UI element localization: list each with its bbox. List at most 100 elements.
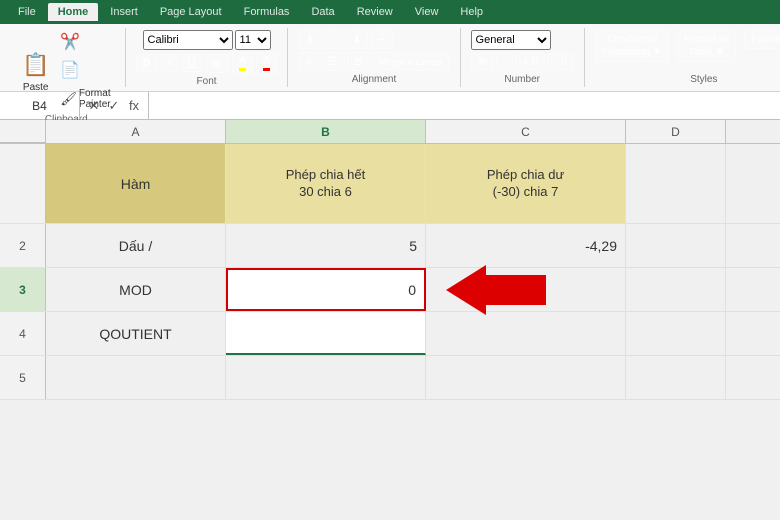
paste-label: Paste	[23, 82, 49, 93]
alignment-label: Alignment	[352, 74, 396, 85]
decrease-decimal-button[interactable]: -.0	[547, 53, 574, 71]
fill-color-button[interactable]: A	[232, 52, 253, 74]
cell-b2-value: 5	[409, 238, 417, 254]
number-buttons: General % , +.0 -.0	[471, 30, 574, 71]
row-num-2[interactable]: 2	[0, 224, 46, 267]
wrap-text-button[interactable]: ↵	[370, 30, 393, 49]
tab-help[interactable]: Help	[450, 3, 493, 21]
align-middle-button[interactable]: ↕	[324, 30, 344, 49]
ribbon-clipboard-section: 📋 Paste ✂️ 📄 🖌 Format Painter Clipboard	[8, 28, 126, 87]
table-row: 2 Dấu / 5 -4,29	[0, 224, 780, 268]
percent-button[interactable]: %	[471, 53, 495, 71]
cell-b1-line1: Phép chia hết	[286, 167, 366, 184]
align-left-button[interactable]: ≡	[298, 52, 318, 71]
cell-c3[interactable]	[426, 268, 626, 311]
cell-a4[interactable]: QOUTIENT	[46, 312, 226, 355]
paste-button[interactable]: 📋	[18, 50, 53, 80]
font-size-select[interactable]: 11	[235, 30, 271, 50]
red-arrow-icon	[446, 265, 546, 315]
cell-d4[interactable]	[626, 312, 726, 355]
italic-button[interactable]: I	[161, 54, 178, 72]
increase-decimal-button[interactable]: +.0	[515, 53, 545, 71]
align-right-button[interactable]: ≣	[347, 52, 370, 71]
number-label: Number	[504, 74, 540, 85]
tab-insert[interactable]: Insert	[100, 3, 148, 21]
row-num-3[interactable]: 3	[0, 268, 46, 311]
styles-buttons: ConditionalFormatting ▼ Format asTable ▼…	[595, 30, 780, 62]
fx-icon[interactable]: fx	[126, 98, 142, 113]
cell-a3-value: MOD	[119, 282, 152, 298]
cell-c1-line2: (-30) chia 7	[493, 184, 559, 201]
cell-b1[interactable]: Phép chia hết 30 chia 6	[226, 144, 426, 223]
cell-c2-value: -4,29	[585, 238, 617, 254]
cell-d2[interactable]	[626, 224, 726, 267]
ribbon-styles-section: ConditionalFormatting ▼ Format asTable ▼…	[585, 28, 780, 87]
comma-button[interactable]: ,	[496, 53, 513, 71]
align-top-button[interactable]: ⬆	[298, 30, 321, 49]
cell-d5[interactable]	[626, 356, 726, 399]
cell-d3[interactable]	[626, 268, 726, 311]
bold-button[interactable]: B	[136, 54, 158, 72]
styles-label: Styles	[690, 74, 717, 85]
confirm-icon[interactable]: ✓	[106, 98, 122, 114]
merge-center-button[interactable]: Merge & Center	[372, 52, 450, 71]
number-format-select[interactable]: General	[471, 30, 551, 50]
table-row: Hàm Phép chia hết 30 chia 6 Phép chia dư…	[0, 144, 780, 224]
cell-b2[interactable]: 5	[226, 224, 426, 267]
font-family-select[interactable]: Calibri	[143, 30, 233, 50]
tab-page-layout[interactable]: Page Layout	[150, 3, 232, 21]
column-headers: A B C D	[0, 120, 780, 144]
tab-data[interactable]: Data	[301, 3, 344, 21]
formula-action-icons: ✕ ✓ fx	[80, 92, 149, 119]
tab-review[interactable]: Review	[347, 3, 403, 21]
alignment-buttons: ⬆ ↕ ⬇ ↵ ≡ ☰ ≣ Merge & Center	[298, 30, 449, 71]
underline-button[interactable]: U	[181, 54, 203, 72]
col-header-b[interactable]: B	[226, 120, 426, 143]
cell-b4[interactable]	[226, 312, 426, 355]
tab-file[interactable]: File	[8, 3, 46, 21]
conditional-formatting-button[interactable]: ConditionalFormatting ▼	[595, 30, 669, 62]
cell-reference-box[interactable]: B4	[0, 92, 80, 119]
formatting-star-button[interactable]: Formatting *	[744, 30, 780, 49]
formula-bar: B4 ✕ ✓ fx	[0, 92, 780, 120]
ribbon-area: 📋 Paste ✂️ 📄 🖌 Format Painter Clipboard …	[0, 24, 780, 92]
cell-b1-line2: 30 chia 6	[299, 184, 352, 201]
cell-c5[interactable]	[426, 356, 626, 399]
cell-c1[interactable]: Phép chia dư (-30) chia 7	[426, 144, 626, 223]
col-header-c[interactable]: C	[426, 120, 626, 143]
tab-formulas[interactable]: Formulas	[234, 3, 300, 21]
row-num-1[interactable]	[0, 144, 46, 223]
row-num-5[interactable]: 5	[0, 356, 46, 399]
ribbon-font-section: Calibri 11 B I U ⊞ A A Font	[126, 28, 289, 87]
tab-home[interactable]: Home	[48, 3, 99, 21]
align-center-button[interactable]: ☰	[321, 52, 345, 71]
col-header-a[interactable]: A	[46, 120, 226, 143]
cell-c4[interactable]	[426, 312, 626, 355]
border-button[interactable]: ⊞	[206, 54, 229, 73]
cell-a1[interactable]: Hàm	[46, 144, 226, 223]
tab-view[interactable]: View	[405, 3, 449, 21]
col-header-d[interactable]: D	[626, 120, 726, 143]
table-row: 5	[0, 356, 780, 400]
cancel-icon[interactable]: ✕	[86, 98, 102, 114]
table-row: 4 QOUTIENT	[0, 312, 780, 356]
font-buttons-top: Calibri 11	[143, 30, 271, 50]
cell-a2[interactable]: Dấu /	[46, 224, 226, 267]
formula-input[interactable]	[149, 92, 780, 119]
cell-c2[interactable]: -4,29	[426, 224, 626, 267]
spreadsheet: A B C D Hàm Phép chia hết 30 chia 6 Phép…	[0, 120, 780, 520]
cell-a5[interactable]	[46, 356, 226, 399]
ribbon-number-section: General % , +.0 -.0 Number	[461, 28, 585, 87]
cell-b5[interactable]	[226, 356, 426, 399]
font-color-button[interactable]: A	[256, 52, 277, 74]
cell-a3[interactable]: MOD	[46, 268, 226, 311]
align-bottom-button[interactable]: ⬇	[345, 30, 368, 49]
font-label: Font	[197, 76, 217, 87]
format-as-table-button[interactable]: Format asTable ▼	[677, 30, 736, 62]
cell-a1-value: Hàm	[121, 176, 151, 192]
cut-button[interactable]: ✂️	[56, 30, 114, 54]
cell-b3[interactable]: 0	[226, 268, 426, 311]
cell-d1[interactable]	[626, 144, 726, 223]
row-num-4[interactable]: 4	[0, 312, 46, 355]
copy-button[interactable]: 📄	[56, 58, 114, 82]
